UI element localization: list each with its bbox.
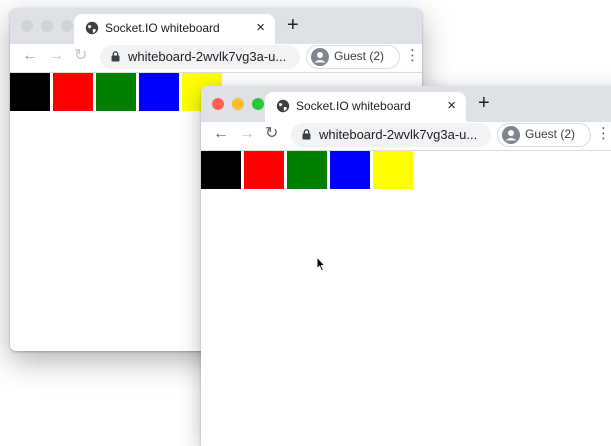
profile-button[interactable]: Guest (2) <box>497 123 591 147</box>
whiteboard-canvas[interactable] <box>201 189 611 446</box>
new-tab-button[interactable]: + <box>478 93 490 113</box>
profile-label: Guest (2) <box>525 127 576 141</box>
tab-title: Socket.IO whiteboard <box>296 99 411 113</box>
tab-title: Socket.IO whiteboard <box>105 21 220 35</box>
reload-icon[interactable]: ↻ <box>265 125 278 143</box>
tab-strip: Socket.IO whiteboard × + <box>10 8 422 44</box>
toolbar: ← → ↻ whiteboard-2wvlk7vg3a-u... Guest (… <box>201 122 611 151</box>
tab-whiteboard[interactable]: Socket.IO whiteboard × <box>265 92 466 122</box>
lock-icon <box>302 129 311 140</box>
tab-close-icon[interactable]: × <box>447 98 456 114</box>
color-palette <box>10 73 222 111</box>
address-bar[interactable]: whiteboard-2wvlk7vg3a-u... <box>100 45 300 69</box>
back-icon[interactable]: ← <box>22 47 38 65</box>
mouse-pointer-icon <box>316 256 326 272</box>
profile-button[interactable]: Guest (2) <box>306 45 400 69</box>
swatch-black[interactable] <box>10 73 50 111</box>
zoom-light-inactive[interactable] <box>61 20 73 32</box>
guest-avatar-icon <box>502 126 520 144</box>
url-text: whiteboard-2wvlk7vg3a-u... <box>319 127 478 142</box>
globe-icon <box>276 99 290 113</box>
swatch-green[interactable] <box>287 151 327 189</box>
swatch-black[interactable] <box>201 151 241 189</box>
swatch-red[interactable] <box>53 73 93 111</box>
globe-icon <box>85 21 99 35</box>
swatch-blue[interactable] <box>330 151 370 189</box>
window-controls <box>21 20 73 32</box>
tab-close-icon[interactable]: × <box>256 20 265 36</box>
zoom-light[interactable] <box>252 98 264 110</box>
forward-icon[interactable]: → <box>48 47 64 65</box>
close-light-inactive[interactable] <box>21 20 33 32</box>
color-palette <box>201 151 413 189</box>
browser-window-front[interactable]: Socket.IO whiteboard × + ← → ↻ whiteboar… <box>201 86 611 446</box>
back-icon[interactable]: ← <box>213 125 229 143</box>
more-menu-icon[interactable]: ⋮ <box>405 48 420 64</box>
window-controls <box>212 98 264 110</box>
tab-whiteboard[interactable]: Socket.IO whiteboard × <box>74 14 275 44</box>
minimize-light[interactable] <box>232 98 244 110</box>
new-tab-button[interactable]: + <box>287 15 299 35</box>
minimize-light-inactive[interactable] <box>41 20 53 32</box>
swatch-yellow[interactable] <box>373 151 413 189</box>
forward-icon[interactable]: → <box>239 125 255 143</box>
reload-icon[interactable]: ↻ <box>74 47 87 65</box>
lock-icon <box>111 51 120 62</box>
tab-strip: Socket.IO whiteboard × + <box>201 86 611 122</box>
close-light[interactable] <box>212 98 224 110</box>
url-text: whiteboard-2wvlk7vg3a-u... <box>128 49 287 64</box>
toolbar: ← → ↻ whiteboard-2wvlk7vg3a-u... Guest (… <box>10 44 422 73</box>
guest-avatar-icon <box>311 48 329 66</box>
swatch-green[interactable] <box>96 73 136 111</box>
profile-label: Guest (2) <box>334 49 385 63</box>
address-bar[interactable]: whiteboard-2wvlk7vg3a-u... <box>291 123 491 147</box>
swatch-blue[interactable] <box>139 73 179 111</box>
swatch-red[interactable] <box>244 151 284 189</box>
more-menu-icon[interactable]: ⋮ <box>596 126 611 142</box>
